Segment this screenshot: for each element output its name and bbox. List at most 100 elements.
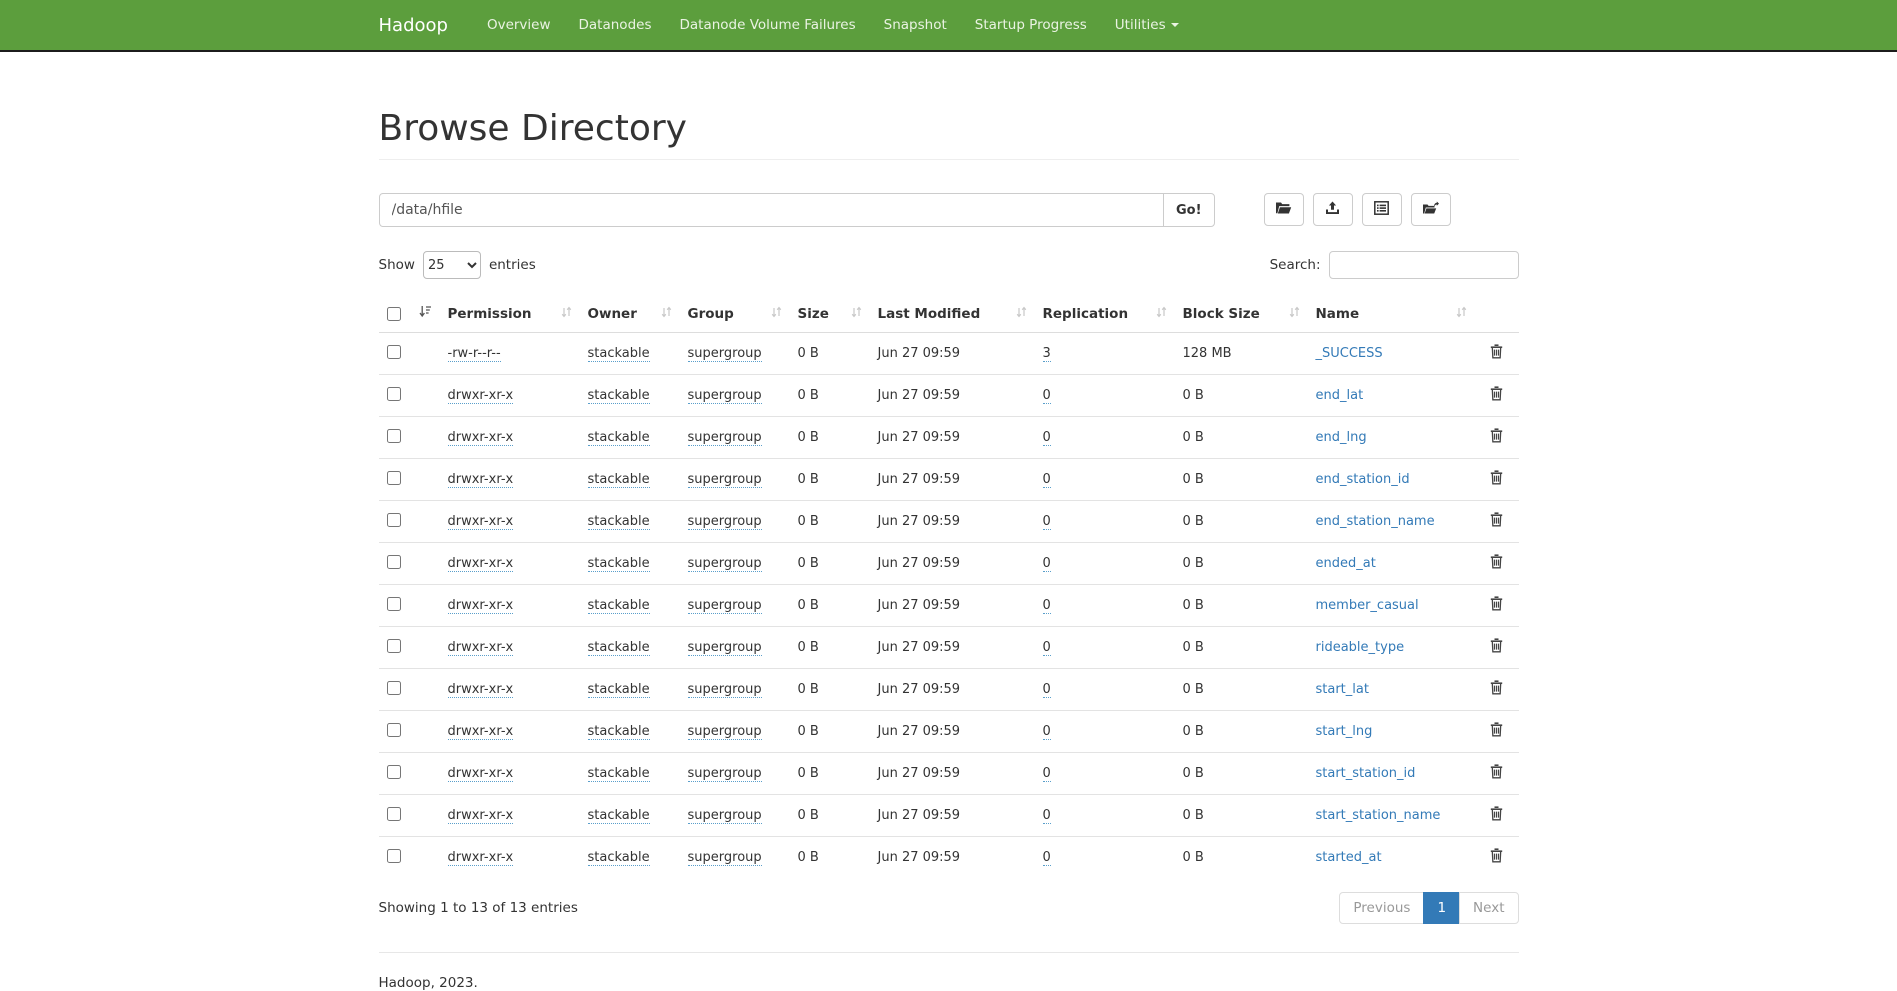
owner-value[interactable]: stackable bbox=[588, 850, 650, 866]
replication-value[interactable]: 0 bbox=[1043, 388, 1051, 404]
trash-icon[interactable] bbox=[1490, 722, 1503, 737]
permission-value[interactable]: drwxr-xr-x bbox=[448, 766, 514, 782]
row-checkbox[interactable] bbox=[387, 345, 401, 359]
col-last-modified[interactable]: Last Modified bbox=[878, 306, 981, 322]
file-name-link[interactable]: end_station_id bbox=[1316, 472, 1410, 487]
sort-both-icon[interactable] bbox=[1456, 306, 1467, 322]
list-alt-button[interactable] bbox=[1362, 193, 1402, 226]
pagination-next[interactable]: Next bbox=[1459, 892, 1518, 924]
file-name-link[interactable]: end_station_name bbox=[1316, 514, 1435, 529]
group-value[interactable]: supergroup bbox=[688, 514, 762, 530]
replication-value[interactable]: 0 bbox=[1043, 472, 1051, 488]
page-size-select[interactable]: 25 bbox=[423, 251, 481, 279]
trash-icon[interactable] bbox=[1490, 470, 1503, 485]
trash-icon[interactable] bbox=[1490, 554, 1503, 569]
col-group[interactable]: Group bbox=[688, 306, 734, 322]
row-checkbox[interactable] bbox=[387, 807, 401, 821]
nav-item-startup-progress[interactable]: Startup Progress bbox=[961, 0, 1101, 50]
col-block-size[interactable]: Block Size bbox=[1183, 306, 1260, 322]
owner-value[interactable]: stackable bbox=[588, 724, 650, 740]
owner-value[interactable]: stackable bbox=[588, 430, 650, 446]
col-owner[interactable]: Owner bbox=[588, 306, 637, 322]
owner-value[interactable]: stackable bbox=[588, 514, 650, 530]
owner-value[interactable]: stackable bbox=[588, 682, 650, 698]
file-name-link[interactable]: _SUCCESS bbox=[1316, 346, 1383, 361]
file-name-link[interactable]: rideable_type bbox=[1316, 640, 1405, 655]
group-value[interactable]: supergroup bbox=[688, 556, 762, 572]
row-checkbox[interactable] bbox=[387, 429, 401, 443]
row-checkbox[interactable] bbox=[387, 723, 401, 737]
trash-icon[interactable] bbox=[1490, 386, 1503, 401]
permission-value[interactable]: drwxr-xr-x bbox=[448, 514, 514, 530]
trash-icon[interactable] bbox=[1490, 428, 1503, 443]
row-checkbox[interactable] bbox=[387, 639, 401, 653]
move-folder-button[interactable] bbox=[1411, 193, 1451, 226]
owner-value[interactable]: stackable bbox=[588, 598, 650, 614]
row-checkbox[interactable] bbox=[387, 597, 401, 611]
owner-value[interactable]: stackable bbox=[588, 808, 650, 824]
permission-value[interactable]: drwxr-xr-x bbox=[448, 640, 514, 656]
replication-value[interactable]: 0 bbox=[1043, 724, 1051, 740]
nav-item-snapshot[interactable]: Snapshot bbox=[870, 0, 961, 50]
file-name-link[interactable]: start_lat bbox=[1316, 682, 1369, 697]
group-value[interactable]: supergroup bbox=[688, 598, 762, 614]
col-replication[interactable]: Replication bbox=[1043, 306, 1129, 322]
file-name-link[interactable]: end_lat bbox=[1316, 388, 1364, 403]
sort-both-icon[interactable] bbox=[771, 306, 782, 322]
sort-both-icon[interactable] bbox=[1016, 306, 1027, 322]
nav-dropdown-utilities[interactable]: Utilities bbox=[1101, 0, 1193, 50]
select-all-checkbox[interactable] bbox=[387, 307, 401, 321]
row-checkbox[interactable] bbox=[387, 681, 401, 695]
replication-value[interactable]: 0 bbox=[1043, 430, 1051, 446]
owner-value[interactable]: stackable bbox=[588, 556, 650, 572]
owner-value[interactable]: stackable bbox=[588, 766, 650, 782]
group-value[interactable]: supergroup bbox=[688, 766, 762, 782]
replication-value[interactable]: 3 bbox=[1043, 346, 1051, 362]
replication-value[interactable]: 0 bbox=[1043, 808, 1051, 824]
permission-value[interactable]: drwxr-xr-x bbox=[448, 808, 514, 824]
trash-icon[interactable] bbox=[1490, 344, 1503, 359]
file-name-link[interactable]: ended_at bbox=[1316, 556, 1376, 571]
trash-icon[interactable] bbox=[1490, 848, 1503, 863]
permission-value[interactable]: -rw-r--r-- bbox=[448, 346, 501, 362]
nav-item-datanode-volume-failures[interactable]: Datanode Volume Failures bbox=[665, 0, 869, 50]
replication-value[interactable]: 0 bbox=[1043, 598, 1051, 614]
group-value[interactable]: supergroup bbox=[688, 472, 762, 488]
group-value[interactable]: supergroup bbox=[688, 640, 762, 656]
pagination-page-1[interactable]: 1 bbox=[1423, 892, 1460, 924]
row-checkbox[interactable] bbox=[387, 387, 401, 401]
upload-file-button[interactable] bbox=[1313, 193, 1353, 226]
replication-value[interactable]: 0 bbox=[1043, 556, 1051, 572]
row-checkbox[interactable] bbox=[387, 513, 401, 527]
row-checkbox[interactable] bbox=[387, 765, 401, 779]
replication-value[interactable]: 0 bbox=[1043, 766, 1051, 782]
col-name[interactable]: Name bbox=[1316, 306, 1360, 322]
sort-asc-icon[interactable] bbox=[419, 305, 432, 322]
file-name-link[interactable]: start_lng bbox=[1316, 724, 1373, 739]
file-name-link[interactable]: start_station_id bbox=[1316, 766, 1416, 781]
group-value[interactable]: supergroup bbox=[688, 850, 762, 866]
file-name-link[interactable]: started_at bbox=[1316, 850, 1382, 865]
col-permission[interactable]: Permission bbox=[448, 306, 532, 322]
group-value[interactable]: supergroup bbox=[688, 724, 762, 740]
permission-value[interactable]: drwxr-xr-x bbox=[448, 850, 514, 866]
file-name-link[interactable]: member_casual bbox=[1316, 598, 1419, 613]
owner-value[interactable]: stackable bbox=[588, 346, 650, 362]
row-checkbox[interactable] bbox=[387, 849, 401, 863]
brand-hadoop[interactable]: Hadoop bbox=[379, 0, 463, 50]
row-checkbox[interactable] bbox=[387, 555, 401, 569]
replication-value[interactable]: 0 bbox=[1043, 850, 1051, 866]
trash-icon[interactable] bbox=[1490, 680, 1503, 695]
sort-both-icon[interactable] bbox=[661, 306, 672, 322]
permission-value[interactable]: drwxr-xr-x bbox=[448, 598, 514, 614]
replication-value[interactable]: 0 bbox=[1043, 682, 1051, 698]
permission-value[interactable]: drwxr-xr-x bbox=[448, 724, 514, 740]
trash-icon[interactable] bbox=[1490, 806, 1503, 821]
owner-value[interactable]: stackable bbox=[588, 472, 650, 488]
permission-value[interactable]: drwxr-xr-x bbox=[448, 682, 514, 698]
pagination-previous[interactable]: Previous bbox=[1339, 892, 1424, 924]
permission-value[interactable]: drwxr-xr-x bbox=[448, 472, 514, 488]
directory-path-input[interactable] bbox=[379, 193, 1164, 227]
file-name-link[interactable]: end_lng bbox=[1316, 430, 1367, 445]
go-button[interactable]: Go! bbox=[1163, 193, 1215, 227]
